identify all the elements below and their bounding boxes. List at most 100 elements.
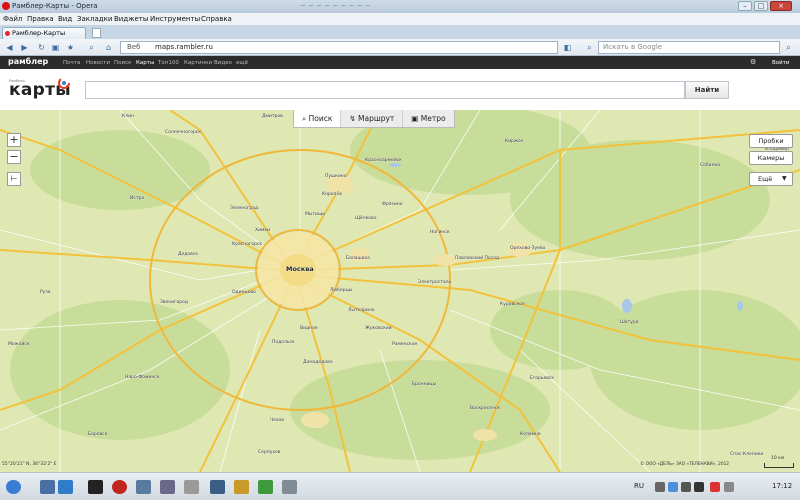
map-label-istra[interactable]: Истра xyxy=(130,196,144,201)
flag-icon[interactable] xyxy=(710,482,720,492)
clock[interactable]: 17:12 xyxy=(772,482,792,490)
map-label-korolyov[interactable]: Королёв xyxy=(322,192,342,197)
nav-link-mail[interactable]: Почта xyxy=(63,60,80,66)
nav-link-search[interactable]: Поиск xyxy=(114,60,131,66)
map-label-spas-klepiki[interactable]: Спас-Клепики xyxy=(730,452,763,457)
map-label-mozhaysk[interactable]: Можайск xyxy=(8,342,30,347)
map-label-serpukhov[interactable]: Серпухов xyxy=(258,450,280,455)
cameras-button[interactable]: Камеры xyxy=(749,151,793,165)
volume-icon[interactable] xyxy=(724,482,734,492)
map-label-egoryevsk[interactable]: Егорьевск xyxy=(530,376,554,381)
map-label-zhukovsky[interactable]: Жуковский xyxy=(365,326,392,331)
app-icon-1[interactable] xyxy=(88,480,103,494)
find-button[interactable]: Найти xyxy=(685,81,729,99)
minimize-button[interactable]: – xyxy=(738,1,752,11)
map-label-moscow[interactable]: Москва xyxy=(286,265,314,273)
nav-link-maps[interactable]: Карты xyxy=(136,60,154,66)
app-icon-5[interactable] xyxy=(210,480,225,494)
tray-icon-2[interactable] xyxy=(668,482,678,492)
ruler-icon[interactable]: ⊢ xyxy=(7,172,21,186)
map-label-balashikha[interactable]: Балашиха xyxy=(346,256,370,261)
tray-icon-1[interactable] xyxy=(655,482,665,492)
nav-link-more[interactable]: ещё xyxy=(236,60,248,66)
map-label-solnechnogorsk[interactable]: Солнечногорск xyxy=(165,130,201,135)
map-label-ruza[interactable]: Руза xyxy=(40,290,51,295)
map-label-bronnitsy[interactable]: Бронницы xyxy=(412,382,436,387)
map-canvas[interactable]: Москва Солнечногорск Красноармейск Корол… xyxy=(0,110,800,472)
map-label-zelenograd[interactable]: Зеленоград xyxy=(230,206,258,211)
map-label-noginsk[interactable]: Ногинск xyxy=(430,230,450,235)
menu-widgets[interactable]: Виджеты xyxy=(114,15,148,23)
maximize-button[interactable]: □ xyxy=(754,1,768,11)
explorer-icon[interactable] xyxy=(40,480,55,494)
language-indicator[interactable]: RU xyxy=(634,482,644,490)
map-label-naro-fominsk[interactable]: Наро-Фоминск xyxy=(125,375,159,380)
map-label-kirzhach[interactable]: Киржач xyxy=(505,139,523,144)
map-label-mytishchi[interactable]: Мытищи xyxy=(305,212,325,217)
map-label-orekhovo-zuevo[interactable]: Орехово-Зуево xyxy=(510,246,545,251)
app-icon-8[interactable] xyxy=(282,480,297,494)
map-label-fryazino[interactable]: Фрязино xyxy=(382,202,402,207)
menu-bookmarks[interactable]: Закладки xyxy=(77,15,112,23)
menu-edit[interactable]: Правка xyxy=(27,15,54,23)
map-label-kurovskoe[interactable]: Куровское xyxy=(500,302,525,307)
map-copyright[interactable]: © ООО «ДЕЛЬ» ЗАО «ТЕЛЕНАВИ», 2012 xyxy=(640,462,729,467)
more-layers-button[interactable]: Ещё ▼ xyxy=(749,172,793,186)
map-label-krasnoarmeysk[interactable]: Красноармейск xyxy=(365,158,402,163)
map-label-elektrostal[interactable]: Электросталь xyxy=(418,280,451,285)
nav-link-news[interactable]: Новости xyxy=(86,60,110,66)
menu-tools[interactable]: Инструменты xyxy=(150,15,200,23)
map-label-krasnogorsk[interactable]: Красногорск xyxy=(232,242,262,247)
tab-rambler-maps[interactable]: Рамблер-Карты xyxy=(2,27,86,39)
close-button[interactable]: × xyxy=(770,1,792,11)
menu-help[interactable]: Справка xyxy=(201,15,232,23)
app-icon-3[interactable] xyxy=(160,480,175,494)
map-label-dedovsk[interactable]: Дедовск xyxy=(178,252,198,257)
mode-search-tab[interactable]: ⌕ Поиск xyxy=(294,110,341,127)
map-label-odintsovo[interactable]: Одинцово xyxy=(232,290,256,295)
map-label-lyubertsy[interactable]: Люберцы xyxy=(330,288,352,293)
app-icon-7[interactable] xyxy=(258,480,273,494)
nav-link-top100[interactable]: Топ100 xyxy=(158,60,179,66)
nav-link-images[interactable]: Картинки xyxy=(184,60,212,66)
rss-icon[interactable]: ◧ xyxy=(562,42,573,53)
menu-file[interactable]: Файл xyxy=(3,15,22,23)
search-go-icon[interactable]: ⌕ xyxy=(783,42,794,53)
save-icon[interactable]: ▣ xyxy=(50,42,61,53)
map-label-lytkarino[interactable]: Лыткарино xyxy=(348,308,375,313)
map-search-input[interactable] xyxy=(85,81,685,99)
zoom-out-button[interactable]: − xyxy=(7,150,21,164)
map-label-shatura[interactable]: Шатура xyxy=(620,320,638,325)
new-tab-icon[interactable] xyxy=(92,28,101,38)
address-bar[interactable]: Веб maps.rambler.ru xyxy=(120,41,558,54)
map-label-voskresensk[interactable]: Воскресенск xyxy=(470,406,500,411)
traffic-button[interactable]: Пробки xyxy=(749,134,793,148)
map-label-chekhov[interactable]: Чехов xyxy=(270,418,284,423)
app-icon-2[interactable] xyxy=(136,480,151,494)
mode-metro-tab[interactable]: ▣ Метро xyxy=(402,110,454,127)
opera-taskbar-icon[interactable] xyxy=(112,480,127,494)
map-label-borovsk[interactable]: Боровск xyxy=(88,432,107,437)
back-icon[interactable]: ◀ xyxy=(4,42,15,53)
map-label-dmitrov[interactable]: Дмитров xyxy=(262,114,283,119)
ie-icon[interactable] xyxy=(58,480,73,494)
zoom-in-button[interactable]: + xyxy=(7,133,21,147)
map-label-klin[interactable]: Клин xyxy=(122,114,134,119)
map-label-shchyolkovo[interactable]: Щёлково xyxy=(355,216,376,221)
mode-route-tab[interactable]: ↯ Маршрут xyxy=(340,110,403,127)
map-label-pavlovsky-posad[interactable]: Павловский Посад xyxy=(455,256,499,261)
home-icon[interactable]: ⌂ xyxy=(103,42,114,53)
map-label-ramenskoe[interactable]: Раменское xyxy=(392,342,417,347)
nav-link-video[interactable]: Видео xyxy=(214,60,232,66)
tray-icon-4[interactable] xyxy=(694,482,704,492)
map-label-pushkino[interactable]: Пушкино xyxy=(325,174,347,179)
rambler-logo[interactable]: рамблер xyxy=(8,57,48,66)
map-label-kolomna[interactable]: Коломна xyxy=(520,432,541,437)
search-input[interactable]: Искать в Google xyxy=(598,41,780,54)
tray-icon-3[interactable] xyxy=(681,482,691,492)
map-label-zvenigorod[interactable]: Звенигород xyxy=(160,300,188,305)
app-icon-4[interactable] xyxy=(184,480,199,494)
map-label-khimki[interactable]: Химки xyxy=(255,228,270,233)
map-label-podolsk[interactable]: Подольск xyxy=(272,340,295,345)
map-label-domodedovo[interactable]: Домодедово xyxy=(303,360,333,365)
